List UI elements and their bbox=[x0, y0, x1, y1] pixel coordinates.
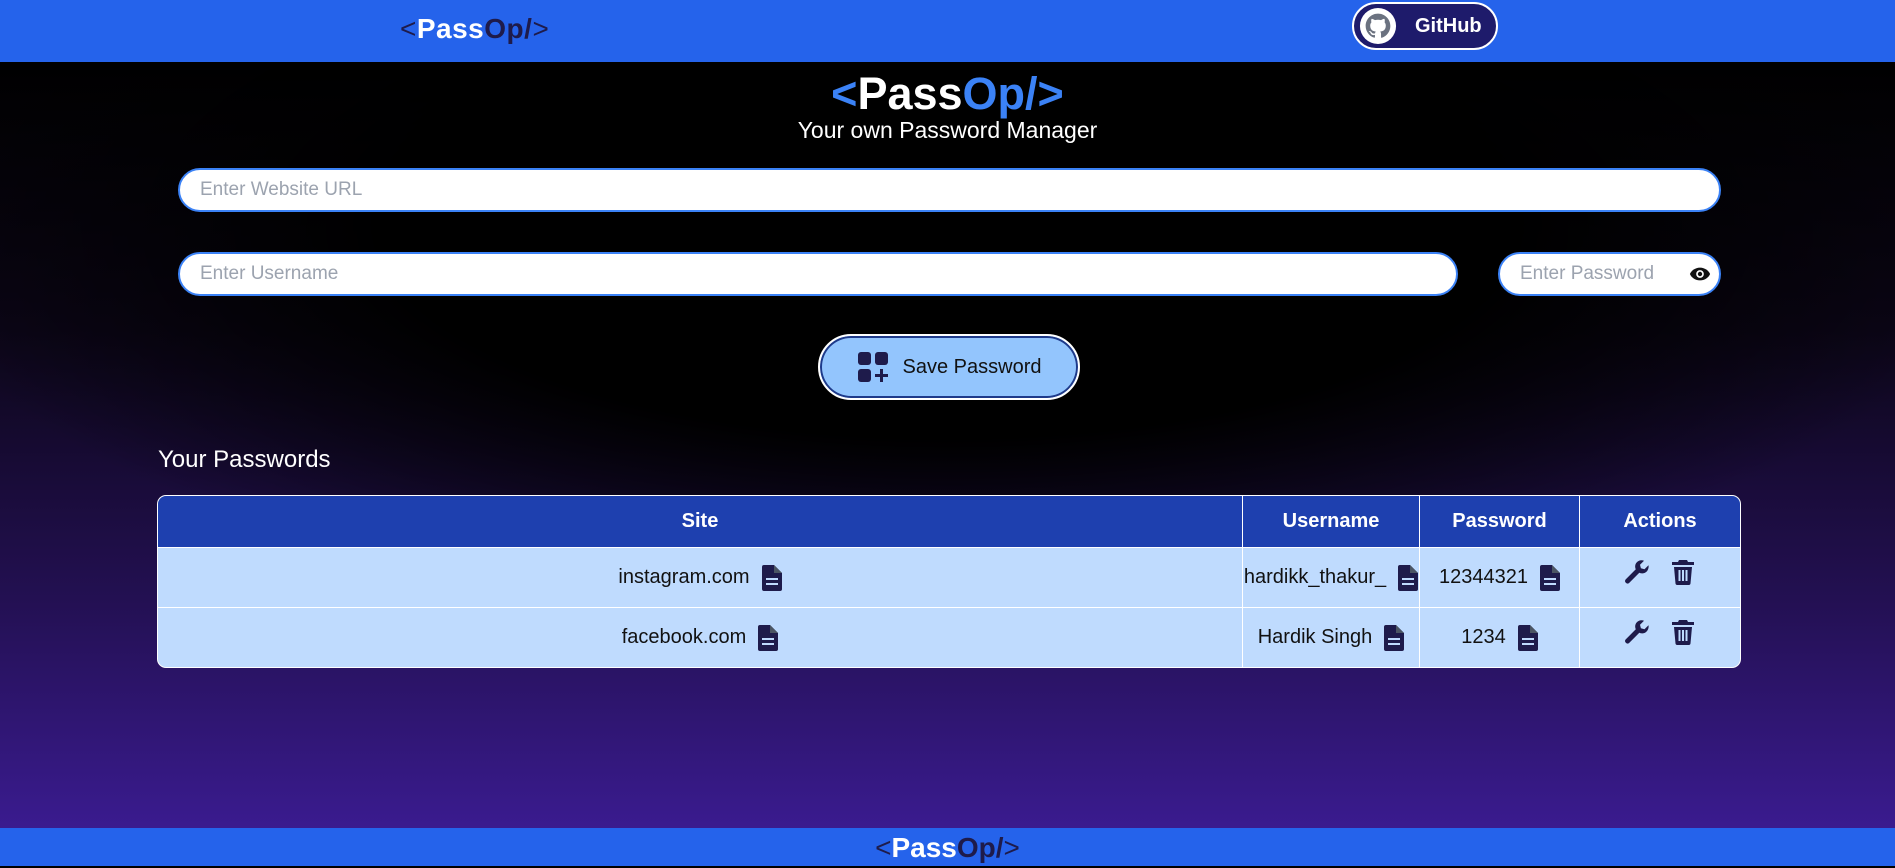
actions-cell bbox=[1579, 607, 1740, 667]
table-row: facebook.com Hardik Singh 1234 bbox=[158, 607, 1740, 667]
copy-password-icon[interactable] bbox=[1539, 564, 1560, 591]
github-button[interactable]: GitHub bbox=[1352, 2, 1498, 50]
nav-logo[interactable]: <PassOp/> bbox=[400, 13, 549, 45]
logo-op: Op/ bbox=[484, 13, 533, 44]
column-header-username: Username bbox=[1242, 496, 1420, 548]
site-cell: facebook.com bbox=[158, 607, 1243, 667]
copy-password-icon[interactable] bbox=[1517, 624, 1538, 651]
hero-logo-open-bracket: < bbox=[831, 68, 858, 119]
copy-username-icon[interactable] bbox=[1384, 624, 1405, 651]
column-header-actions: Actions bbox=[1579, 496, 1740, 548]
trash-icon[interactable] bbox=[1670, 619, 1696, 645]
save-password-button[interactable]: Save Password bbox=[818, 334, 1080, 400]
copy-site-icon[interactable] bbox=[761, 564, 782, 591]
logo-close-bracket: > bbox=[532, 13, 550, 44]
password-cell: 1234 bbox=[1419, 607, 1580, 667]
logo-open-bracket: < bbox=[400, 13, 417, 44]
actions-cell bbox=[1579, 547, 1740, 608]
site-text: facebook.com bbox=[621, 626, 747, 648]
hero-logo-op: Op/ bbox=[962, 68, 1038, 119]
copy-site-icon[interactable] bbox=[758, 624, 779, 651]
username-cell: hardikk_thakur_ bbox=[1242, 547, 1420, 608]
copy-username-icon[interactable] bbox=[1398, 564, 1419, 591]
footer-logo: <PassOp/> bbox=[0, 828, 1895, 868]
hero-logo-close-bracket: > bbox=[1037, 68, 1064, 119]
wrench-icon[interactable] bbox=[1624, 619, 1650, 645]
footer: <PassOp/> bbox=[0, 828, 1895, 866]
grid-plus-icon bbox=[857, 352, 888, 382]
table-header-row: Site Username Password Actions bbox=[158, 496, 1740, 548]
column-header-site: Site bbox=[158, 496, 1243, 548]
password-text: 1234 bbox=[1461, 626, 1506, 648]
logo-pass: Pass bbox=[416, 13, 485, 44]
footer-logo-close-bracket: > bbox=[1003, 832, 1020, 863]
trash-icon[interactable] bbox=[1670, 559, 1696, 585]
username-text: Hardik Singh bbox=[1257, 626, 1373, 648]
username-text: hardikk_thakur_ bbox=[1243, 566, 1387, 588]
username-input[interactable] bbox=[178, 252, 1458, 296]
wrench-icon[interactable] bbox=[1624, 559, 1650, 585]
your-passwords-heading: Your Passwords bbox=[158, 446, 331, 473]
table-row: instagram.com hardikk_thakur_ 12344321 bbox=[158, 547, 1740, 608]
github-icon bbox=[1359, 7, 1397, 45]
website-url-input[interactable] bbox=[178, 168, 1721, 212]
navbar: <PassOp/> GitHub bbox=[0, 0, 1895, 62]
password-text: 12344321 bbox=[1439, 566, 1528, 588]
eye-icon[interactable] bbox=[1689, 264, 1711, 284]
footer-logo-op: Op/ bbox=[956, 832, 1004, 863]
footer-logo-open-bracket: < bbox=[875, 832, 892, 863]
github-label: GitHub bbox=[1415, 14, 1482, 37]
site-text: instagram.com bbox=[618, 566, 750, 588]
hero-logo: <PassOp/> bbox=[0, 68, 1895, 120]
hero-subtitle: Your own Password Manager bbox=[797, 117, 1098, 143]
hero-logo-pass: Pass bbox=[857, 68, 963, 119]
password-field-wrapper bbox=[1498, 252, 1721, 296]
site-cell: instagram.com bbox=[158, 547, 1243, 608]
password-input[interactable] bbox=[1498, 252, 1721, 296]
username-cell: Hardik Singh bbox=[1242, 607, 1420, 667]
save-password-label: Save Password bbox=[902, 355, 1042, 378]
password-cell: 12344321 bbox=[1419, 547, 1580, 608]
footer-logo-pass: Pass bbox=[891, 832, 957, 863]
passwords-table: Site Username Password Actions instagram… bbox=[158, 496, 1740, 667]
column-header-password: Password bbox=[1419, 496, 1580, 548]
